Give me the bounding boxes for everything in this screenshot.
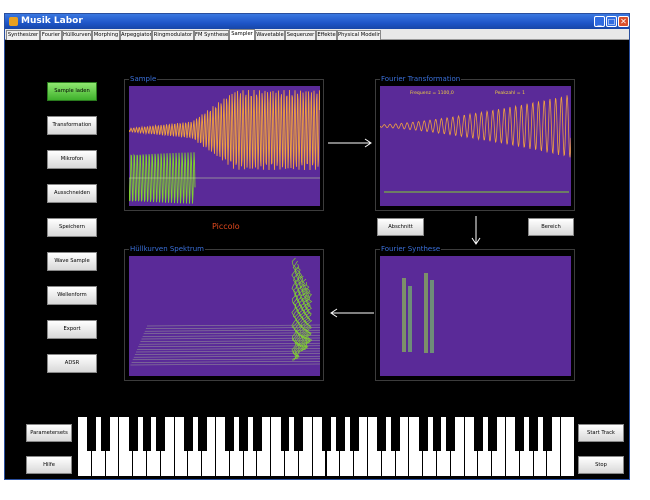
piano-black-key[interactable] [418, 417, 428, 451]
spectrum-grid-line [133, 355, 320, 358]
piano-black-key[interactable] [432, 417, 442, 451]
fourier-synthese-panel: Fourier Synthese [375, 245, 575, 381]
piano-black-key[interactable] [128, 417, 138, 451]
piano-black-key[interactable] [101, 417, 111, 451]
piano-black-key[interactable] [391, 417, 400, 451]
piano-black-key[interactable] [487, 417, 497, 451]
tab-sampler[interactable]: Sampler [229, 29, 255, 40]
piano-black-key[interactable] [294, 417, 304, 451]
ausschneiden-button[interactable]: Ausschneiden [47, 184, 97, 203]
piano-black-key[interactable] [377, 417, 387, 451]
maximize-icon[interactable]: □ [606, 16, 617, 27]
piano-black-key[interactable] [239, 417, 249, 451]
spectrum-grid-line [139, 342, 320, 345]
spectrum-grid-line [138, 345, 320, 348]
piano-black-key[interactable] [515, 417, 525, 451]
speichern-button[interactable]: Speichern [47, 218, 97, 237]
piano-black-key[interactable] [184, 417, 193, 451]
spectrum-grid-line [130, 363, 320, 366]
minimize-icon[interactable]: _ [594, 16, 605, 27]
piano-black-key[interactable] [335, 417, 345, 451]
tab-effekte[interactable]: Effekte [316, 30, 337, 40]
tab-sequenzer[interactable]: Sequenzer [285, 30, 316, 40]
arrow-right-icon [328, 138, 372, 148]
sample-laden-button[interactable]: Sample laden [47, 82, 97, 101]
tab-fourier[interactable]: Fourier [40, 30, 62, 40]
tab-fm-synthese[interactable]: FM Synthese [194, 30, 229, 40]
tab-huellkurven[interactable]: Hüllkurven [62, 30, 92, 40]
tab-arpeggiator[interactable]: Arpeggiator [120, 30, 152, 40]
fourier-transformation-title: Fourier Transformation [380, 75, 462, 84]
tab-ringmodulator[interactable]: Ringmodulator [152, 30, 194, 40]
piano-black-key[interactable] [225, 417, 235, 451]
abschnitt-button[interactable]: Abschnitt [377, 218, 424, 236]
piano-black-key[interactable] [542, 417, 552, 451]
parametersets-button[interactable]: Parametersets [26, 424, 72, 442]
spectrum-grid-line [134, 353, 320, 355]
close-icon[interactable]: ✕ [618, 16, 629, 27]
piano-black-key[interactable] [446, 417, 456, 451]
piano-black-key[interactable] [142, 417, 152, 451]
wellenform-button[interactable]: Wellenform [47, 286, 97, 305]
instrument-label: Piccolo [212, 222, 240, 231]
fourier-synthese-title: Fourier Synthese [380, 245, 442, 254]
ft-orange-wave [380, 95, 571, 158]
spectrum-grid-line [140, 340, 320, 342]
piano-black-key[interactable] [253, 417, 262, 451]
start-track-button[interactable]: Start Track [578, 424, 624, 442]
fourier-transformation-panel: Fourier Transformation Frequenz = 1100,0… [375, 75, 575, 211]
app-icon [9, 17, 18, 26]
arrow-down-icon [471, 216, 481, 245]
stop-button[interactable]: Stop [578, 456, 624, 474]
adsr-button[interactable]: ADSR [47, 354, 97, 373]
sample-waveform [129, 89, 320, 204]
window-title: Musik Labor [21, 16, 83, 26]
spectrum-waterfall [130, 257, 320, 366]
transformation-button[interactable]: Transformation [47, 116, 97, 135]
bereich-button[interactable]: Bereich [528, 218, 574, 236]
mikrofon-button[interactable]: Mikrofon [47, 150, 97, 169]
tab-bar: Synthesizer Fourier Hüllkurven Morphing … [5, 29, 629, 40]
piano-keyboard[interactable] [78, 417, 575, 476]
synthese-bar [402, 278, 406, 352]
piano-black-key[interactable] [87, 417, 97, 451]
piano-black-key[interactable] [322, 417, 331, 451]
tab-physical-modeling[interactable]: Physical Modeling [337, 30, 381, 40]
spectrum-grid-line [132, 358, 320, 361]
synthese-bar [430, 280, 434, 353]
fourier-synthese-plot[interactable] [380, 256, 571, 376]
peakzahl-label: Peakzahl = 1 [495, 91, 526, 96]
huellkurven-spektrum-title: Hüllkurven Spektrum [129, 245, 205, 254]
spectrum-grid-line [144, 329, 320, 332]
export-button[interactable]: Export [47, 320, 97, 339]
spectrum-grid-line [143, 332, 320, 335]
huellkurven-spektrum-plot[interactable] [129, 256, 320, 376]
synthese-bar [424, 273, 428, 353]
huellkurven-spektrum-panel: Hüllkurven Spektrum [124, 245, 324, 381]
frequenz-label: Frequenz = 1100,0 [410, 91, 454, 96]
piano-black-key[interactable] [473, 417, 483, 451]
tab-wavetable[interactable]: Wavetable [255, 30, 285, 40]
spectrum-grid-line [131, 361, 320, 363]
wave-sample-button[interactable]: Wave Sample [47, 252, 97, 271]
tab-morphing[interactable]: Morphing [92, 30, 120, 40]
fourier-synthese-waveform [402, 273, 434, 353]
sample-panel-title: Sample [129, 75, 158, 84]
piano-black-key[interactable] [349, 417, 359, 451]
synthese-bar [408, 286, 412, 352]
sample-panel: Sample [124, 75, 324, 211]
fourier-transformation-waveform [380, 95, 571, 193]
tab-synthesizer[interactable]: Synthesizer [6, 30, 40, 40]
piano-black-key[interactable] [156, 417, 166, 451]
piano-white-key[interactable] [561, 417, 575, 476]
fourier-transformation-plot[interactable]: Frequenz = 1100,0 Peakzahl = 1 [380, 86, 571, 206]
piano-black-key[interactable] [529, 417, 538, 451]
arrow-left-icon [330, 308, 374, 318]
piano-black-key[interactable] [280, 417, 290, 451]
piano-black-key[interactable] [197, 417, 207, 451]
hilfe-button[interactable]: Hilfe [26, 456, 72, 474]
title-bar[interactable]: Musik Labor _ □ ✕ [5, 14, 629, 29]
sample-plot[interactable] [129, 86, 320, 206]
